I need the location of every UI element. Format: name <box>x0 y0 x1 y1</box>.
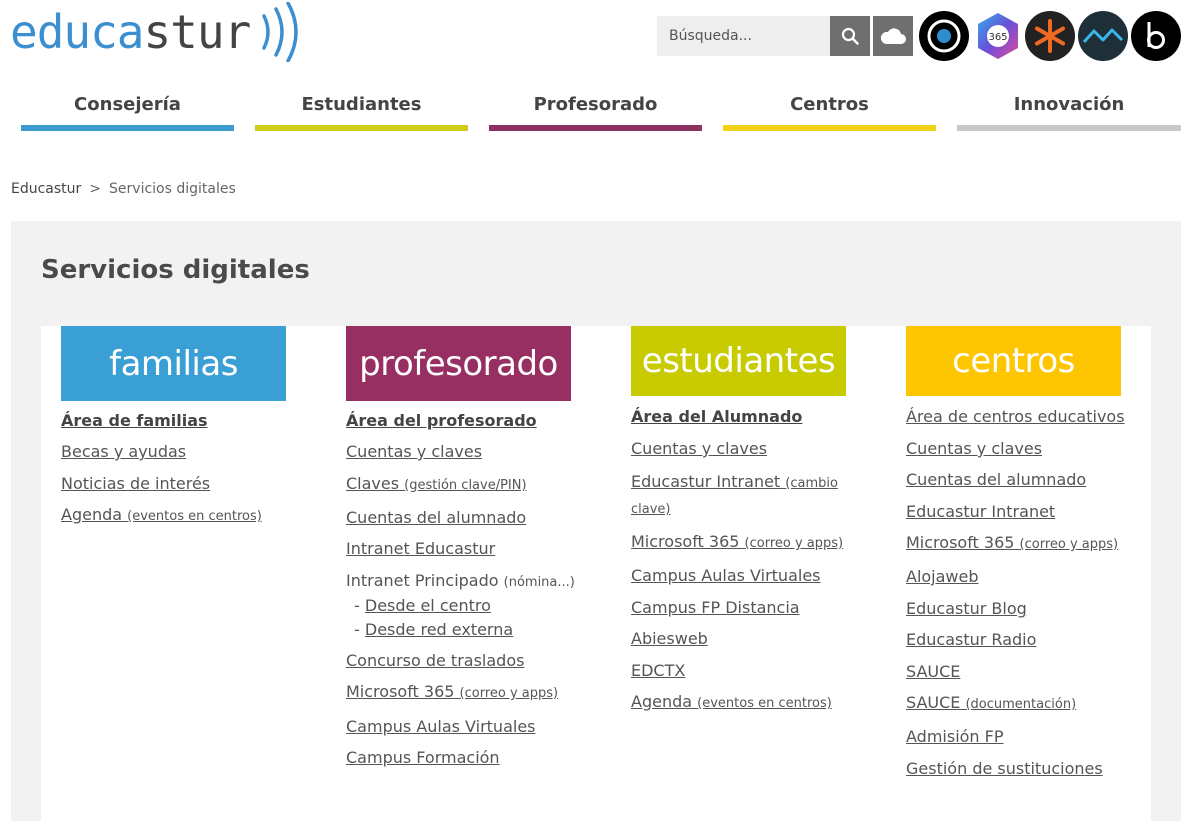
link-intranet-educastur[interactable]: Intranet Educastur <box>346 539 495 558</box>
link-sauce[interactable]: SAUCE <box>906 662 960 681</box>
link-claves[interactable]: Claves (gestión clave/PIN) <box>346 474 527 493</box>
link-agenda[interactable]: Agenda (eventos en centros) <box>61 505 262 524</box>
breadcrumb: Educastur > Servicios digitales <box>11 181 236 197</box>
link-area-familias[interactable]: Área de familias <box>61 411 208 430</box>
column-centros: centros Área de centros educativos Cuent… <box>906 326 1146 779</box>
link-microsoft-365[interactable]: Microsoft 365 (correo y apps) <box>906 533 1118 552</box>
banner-familias[interactable]: familias <box>61 326 286 401</box>
b-app-button[interactable] <box>1131 11 1181 61</box>
column-profesorado: profesorado Área del profesorado Cuentas… <box>346 326 596 768</box>
logo-waves-icon <box>262 2 299 62</box>
nav-centros[interactable]: Centros <box>723 82 936 131</box>
link-campus-fp-distancia[interactable]: Campus FP Distancia <box>631 598 800 617</box>
nav-estudiantes[interactable]: Estudiantes <box>255 82 468 131</box>
column-familias: familias Área de familias Becas y ayudas… <box>61 326 301 527</box>
link-list: Área de familias Becas y ayudas Noticias… <box>61 411 301 527</box>
link-area-centros[interactable]: Área de centros educativos <box>906 407 1125 426</box>
link-campus-formacion[interactable]: Campus Formación <box>346 748 500 767</box>
asterisk-app-button[interactable] <box>1025 11 1075 61</box>
link-noticias[interactable]: Noticias de interés <box>61 474 210 493</box>
link-microsoft-365[interactable]: Microsoft 365 (correo y apps) <box>346 682 558 701</box>
breadcrumb-separator: > <box>89 181 102 197</box>
search-button[interactable] <box>830 16 870 56</box>
nav-profesorado[interactable]: Profesorado <box>489 82 702 131</box>
link-cuentas-claves[interactable]: Cuentas y claves <box>906 439 1042 458</box>
nav-underline <box>723 125 936 131</box>
link-cuentas-claves[interactable]: Cuentas y claves <box>346 442 482 461</box>
link-list: Área de centros educativos Cuentas y cla… <box>906 407 1146 779</box>
link-sauce-documentacion[interactable]: SAUCE (documentación) <box>906 693 1076 712</box>
link-list: Área del Alumnado Cuentas y claves Educa… <box>631 407 851 714</box>
intranet-principado-item: Intranet Principado (nómina...) <box>346 571 575 590</box>
banner-estudiantes[interactable]: estudiantes <box>631 326 846 396</box>
services-grid: familias Área de familias Becas y ayudas… <box>41 326 1151 826</box>
asterisk-icon <box>1035 19 1065 53</box>
microsoft-365-icon: 365 <box>978 13 1018 59</box>
link-cuentas-alumnado[interactable]: Cuentas del alumnado <box>346 508 526 527</box>
link-abiesweb[interactable]: Abiesweb <box>631 629 708 648</box>
nav-underline <box>255 125 468 131</box>
link-educastur-intranet[interactable]: Educastur Intranet <box>906 502 1055 521</box>
nav-underline <box>21 125 234 131</box>
logo-text: educastur <box>10 5 251 59</box>
link-desde-red-externa[interactable]: Desde red externa <box>365 620 513 639</box>
link-area-profesorado[interactable]: Área del profesorado <box>346 411 537 430</box>
link-educastur-radio[interactable]: Educastur Radio <box>906 630 1036 649</box>
page-title: Servicios digitales <box>41 255 310 285</box>
link-cuentas-claves[interactable]: Cuentas y claves <box>631 439 767 458</box>
b-letter-icon <box>1147 22 1165 49</box>
link-desde-centro[interactable]: Desde el centro <box>365 596 491 615</box>
banner-centros[interactable]: centros <box>906 326 1121 396</box>
search-input[interactable] <box>657 16 830 56</box>
link-becas-ayudas[interactable]: Becas y ayudas <box>61 442 186 461</box>
link-agenda[interactable]: Agenda (eventos en centros) <box>631 692 832 711</box>
link-alojaweb[interactable]: Alojaweb <box>906 567 979 586</box>
link-cuentas-alumnado[interactable]: Cuentas del alumnado <box>906 470 1086 489</box>
ring-icon <box>927 19 961 53</box>
aulas-virtuales-button[interactable] <box>919 11 969 61</box>
link-list: Área del profesorado Cuentas y claves Cl… <box>346 411 596 768</box>
microsoft-365-button[interactable]: 365 <box>973 11 1023 61</box>
link-edctx[interactable]: EDCTX <box>631 661 685 680</box>
mountain-wave-icon <box>1082 28 1124 44</box>
banner-profesorado[interactable]: profesorado <box>346 326 571 401</box>
link-educastur-intranet[interactable]: Educastur Intranet (cambio clave) <box>631 472 838 517</box>
cloud-icon <box>880 28 906 44</box>
svg-text:365: 365 <box>988 32 1007 43</box>
nav-underline <box>957 125 1181 131</box>
cloud-button[interactable] <box>873 16 913 56</box>
nav-underline <box>489 125 702 131</box>
wave-app-button[interactable] <box>1078 11 1128 61</box>
column-estudiantes: estudiantes Área del Alumnado Cuentas y … <box>631 326 851 714</box>
search-icon <box>841 27 859 45</box>
link-gestion-sustituciones[interactable]: Gestión de sustituciones <box>906 759 1103 778</box>
main-nav: Consejería Estudiantes Profesorado Centr… <box>21 82 1181 132</box>
link-area-alumnado[interactable]: Área del Alumnado <box>631 407 802 426</box>
nav-consejeria[interactable]: Consejería <box>21 82 234 131</box>
link-campus-aulas-virtuales[interactable]: Campus Aulas Virtuales <box>631 566 821 585</box>
link-microsoft-365[interactable]: Microsoft 365 (correo y apps) <box>631 532 843 551</box>
link-admision-fp[interactable]: Admisión FP <box>906 727 1004 746</box>
link-concurso-traslados[interactable]: Concurso de traslados <box>346 651 524 670</box>
breadcrumb-home[interactable]: Educastur <box>11 181 81 197</box>
services-panel: Servicios digitales familias Área de fam… <box>11 221 1181 826</box>
educastur-logo[interactable]: educastur <box>10 2 304 62</box>
nav-innovacion[interactable]: Innovación <box>957 82 1181 131</box>
breadcrumb-current: Servicios digitales <box>109 181 236 197</box>
link-campus-aulas-virtuales[interactable]: Campus Aulas Virtuales <box>346 717 536 736</box>
link-educastur-blog[interactable]: Educastur Blog <box>906 599 1027 618</box>
